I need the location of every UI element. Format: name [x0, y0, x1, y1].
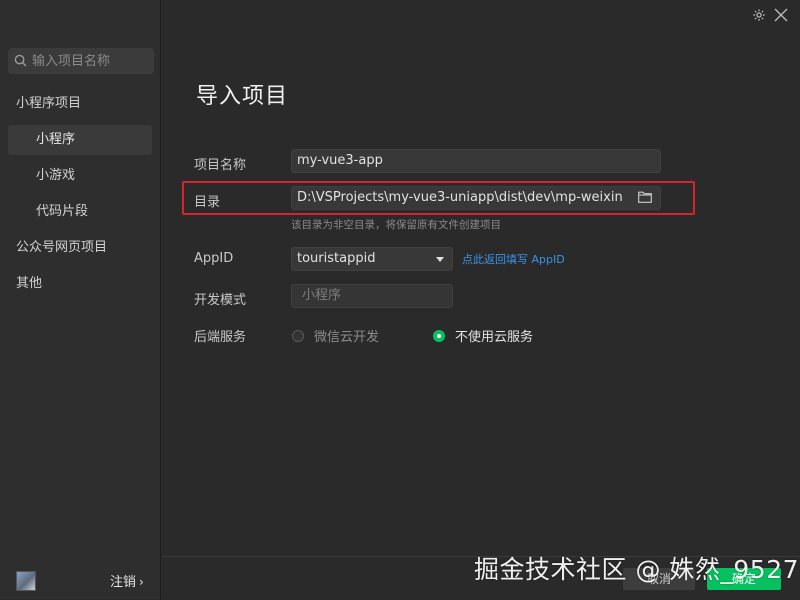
- radio-button[interactable]: [292, 329, 304, 342]
- page-title: 导入项目: [196, 84, 289, 109]
- close-icon[interactable]: [774, 8, 788, 22]
- sidebar-item-minigame[interactable]: 小游戏: [0, 161, 160, 191]
- search-input[interactable]: [32, 53, 142, 69]
- directory-value: D:\VSProjects\my-vue3-uniapp\dist\dev\mp…: [297, 190, 623, 205]
- directory-label: 目录: [194, 195, 221, 210]
- chevron-right-icon: ›: [139, 575, 144, 589]
- sidebar-item-miniprogram[interactable]: 小程序: [8, 125, 152, 155]
- logout-button[interactable]: 注销 ›: [110, 571, 144, 590]
- sidebar-item-other[interactable]: 其他: [0, 269, 160, 299]
- sidebar-item-official-account-web[interactable]: 公众号网页项目: [0, 233, 160, 263]
- project-name-label: 项目名称: [194, 158, 247, 173]
- chevron-down-icon: [436, 257, 444, 262]
- directory-hint: 该目录为非空目录，将保留原有文件创建项目: [291, 219, 501, 231]
- radio-wechat-cloud[interactable]: 微信云开发: [292, 326, 379, 345]
- watermark: 掘金技术社区 @ 姝然_9527: [474, 555, 800, 584]
- search-icon: [14, 52, 27, 71]
- dev-mode-field: 小程序: [291, 284, 453, 308]
- appid-value: touristappid: [297, 251, 376, 266]
- search-box[interactable]: [8, 48, 154, 74]
- sidebar-item-code-snippets[interactable]: 代码片段: [0, 197, 160, 227]
- window-controls: [752, 8, 788, 22]
- sidebar: 小程序项目 小程序 小游戏 代码片段 公众号网页项目 其他 注销›: [0, 0, 161, 599]
- sidebar-item-miniprogram-projects[interactable]: 小程序项目: [0, 89, 160, 119]
- project-name-field[interactable]: my-vue3-app: [291, 149, 661, 173]
- radio-no-cloud[interactable]: 不使用云服务: [433, 326, 533, 345]
- appid-return-link[interactable]: 点此返回填写 AppID: [462, 251, 565, 267]
- logout-label: 注销: [110, 575, 137, 590]
- backend-label: 后端服务: [194, 330, 247, 345]
- radio-label: 微信云开发: [314, 330, 380, 345]
- appid-select[interactable]: touristappid: [291, 247, 453, 271]
- appid-label: AppID: [194, 251, 234, 266]
- folder-icon[interactable]: [638, 191, 652, 203]
- dev-mode-label: 开发模式: [194, 293, 247, 308]
- main-panel: 导入项目 项目名称 my-vue3-app 目录 D:\VSProjects\m…: [162, 0, 800, 599]
- radio-button-selected[interactable]: [433, 329, 445, 342]
- gear-icon[interactable]: [752, 8, 766, 22]
- radio-label: 不使用云服务: [455, 330, 534, 345]
- directory-field[interactable]: D:\VSProjects\my-vue3-uniapp\dist\dev\mp…: [291, 186, 661, 210]
- sidebar-footer: 注销 ›: [0, 557, 161, 599]
- avatar[interactable]: [16, 571, 36, 591]
